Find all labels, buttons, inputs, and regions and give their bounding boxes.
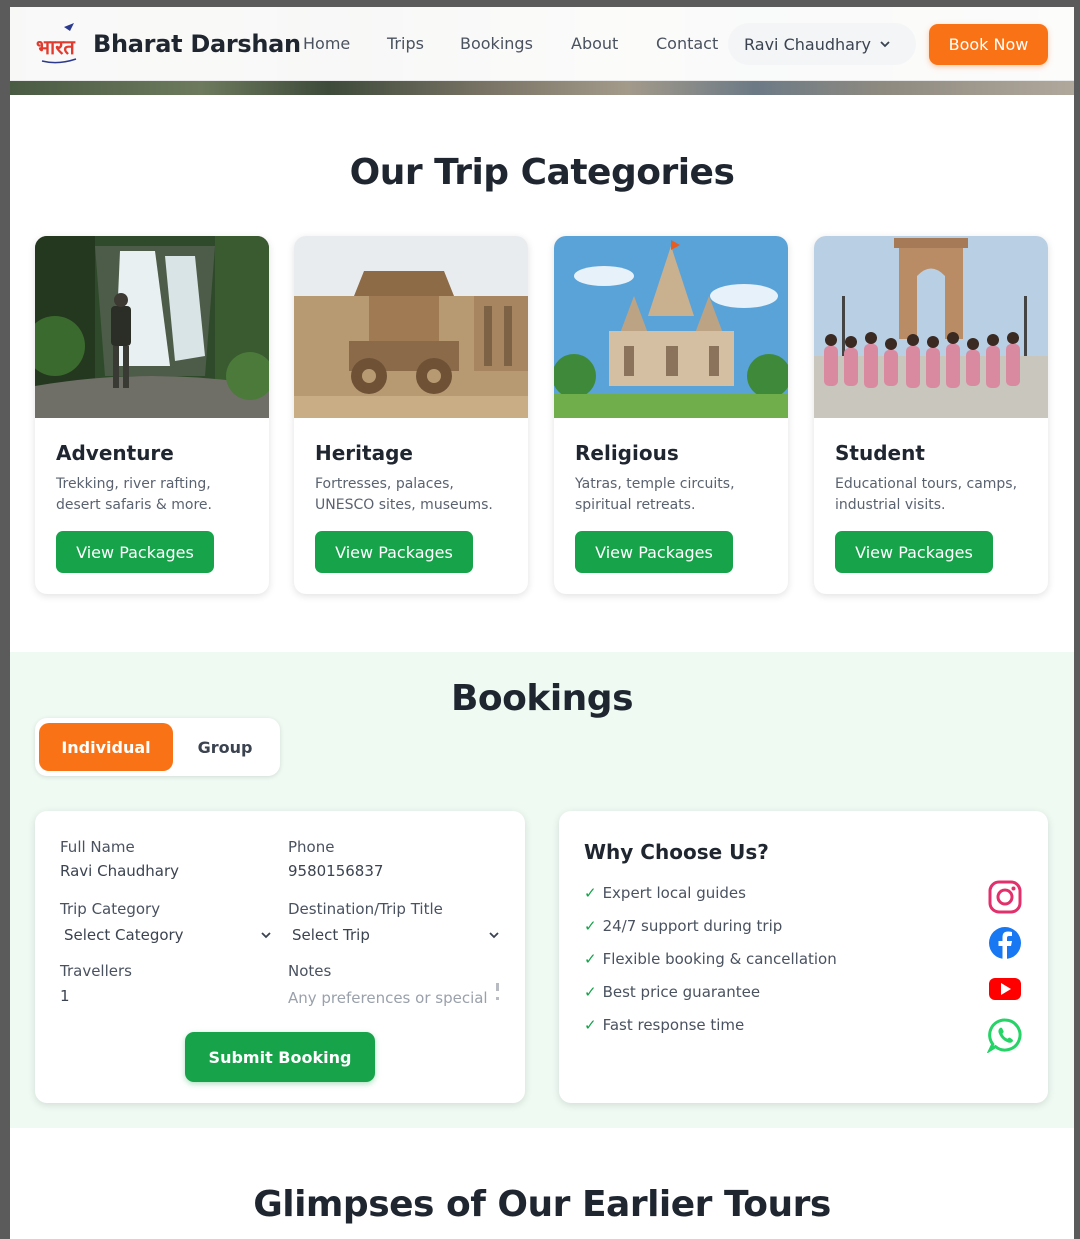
nav-bookings[interactable]: Bookings xyxy=(460,34,533,53)
categories-title: Our Trip Categories xyxy=(349,152,735,193)
category-card-heritage: Heritage Fortresses, palaces, UNESCO sit… xyxy=(294,236,528,594)
category-title: Religious xyxy=(575,441,679,465)
destination-value: Select Trip xyxy=(292,926,370,944)
logo-text: भारत xyxy=(36,35,76,59)
why-item: ✓ Best price guarantee xyxy=(584,983,760,1001)
destination-select[interactable]: Select Trip xyxy=(288,924,500,946)
why-item: ✓ 24/7 support during trip xyxy=(584,917,782,935)
chevron-down-icon xyxy=(261,932,271,939)
bookings-title: Bookings xyxy=(450,678,634,719)
page-frame: भारत Bharat Darshan Home Trips Bookings … xyxy=(10,7,1074,1239)
category-card-student: Student Educational tours, camps, indust… xyxy=(814,236,1048,594)
book-now-button[interactable]: Book Now xyxy=(929,24,1048,65)
view-packages-button[interactable]: View Packages xyxy=(56,531,214,573)
category-title: Heritage xyxy=(315,441,413,465)
why-item: ✓ Expert local guides xyxy=(584,884,746,902)
notes-textarea[interactable]: Any preferences or special xyxy=(288,989,502,1011)
check-icon: ✓ xyxy=(584,917,597,935)
notes-label: Notes xyxy=(288,962,332,980)
religious-image xyxy=(554,236,788,418)
booking-type-tabs: Individual Group xyxy=(35,718,280,776)
why-item: ✓ Flexible booking & cancellation xyxy=(584,950,837,968)
youtube-icon[interactable] xyxy=(987,971,1023,1007)
phone-input[interactable] xyxy=(288,862,488,880)
full-name-input[interactable] xyxy=(60,862,260,880)
check-icon: ✓ xyxy=(584,983,597,1001)
chevron-down-icon xyxy=(489,932,499,939)
category-desc: Yatras, temple circuits, spiritual retre… xyxy=(575,476,735,513)
tab-individual[interactable]: Individual xyxy=(39,723,173,771)
full-name-label: Full Name xyxy=(60,838,135,856)
facebook-icon[interactable] xyxy=(987,925,1023,961)
why-item-text: Flexible booking & cancellation xyxy=(602,950,837,968)
category-card-religious: Religious Yatras, temple circuits, spiri… xyxy=(554,236,788,594)
check-icon: ✓ xyxy=(584,1016,597,1034)
why-choose-us-title: Why Choose Us? xyxy=(584,840,769,864)
destination-label: Destination/Trip Title xyxy=(288,900,443,918)
travellers-input[interactable] xyxy=(60,987,260,1005)
user-menu[interactable]: Ravi Chaudhary xyxy=(728,23,916,65)
why-item-text: Best price guarantee xyxy=(602,983,761,1001)
category-title: Adventure xyxy=(56,441,174,465)
category-desc: Fortresses, palaces, UNESCO sites, museu… xyxy=(315,476,493,513)
trip-category-value: Select Category xyxy=(64,926,184,944)
view-packages-button[interactable]: View Packages xyxy=(835,531,993,573)
heritage-image xyxy=(294,236,528,418)
submit-booking-button[interactable]: Submit Booking xyxy=(185,1032,375,1082)
category-desc: Educational tours, camps, industrial vis… xyxy=(835,476,1018,513)
check-icon: ✓ xyxy=(584,884,597,902)
why-item-text: Fast response time xyxy=(602,1016,745,1034)
category-desc: Trekking, river rafting, desert safaris … xyxy=(56,476,212,513)
why-choose-us-card: Why Choose Us? ✓ Expert local guides ✓ 24/… xyxy=(559,811,1048,1103)
why-item-text: Expert local guides xyxy=(602,884,746,902)
nav-about[interactable]: About xyxy=(571,34,618,53)
tab-group[interactable]: Group xyxy=(175,723,275,771)
phone-label: Phone xyxy=(288,838,335,856)
trip-category-label: Trip Category xyxy=(60,900,161,918)
notes-scrollbar[interactable] xyxy=(496,983,500,1001)
nav-home[interactable]: Home xyxy=(303,34,350,53)
chevron-down-icon xyxy=(880,41,890,48)
category-card-adventure: Adventure Trekking, river rafting, deser… xyxy=(35,236,269,594)
glimpses-title: Glimpses of Our Earlier Tours xyxy=(253,1184,831,1225)
user-name: Ravi Chaudhary xyxy=(744,34,871,54)
why-item-text: 24/7 support during trip xyxy=(602,917,783,935)
adventure-image xyxy=(35,236,269,418)
brand-name[interactable]: Bharat Darshan xyxy=(93,30,301,58)
check-icon: ✓ xyxy=(584,950,597,968)
booking-form: Full Name Phone Trip Category Select Cat… xyxy=(35,811,525,1103)
student-image xyxy=(814,236,1048,418)
travellers-label: Travellers xyxy=(60,962,132,980)
logo[interactable]: भारत xyxy=(34,21,82,67)
nav-trips[interactable]: Trips xyxy=(387,34,424,53)
trip-category-select[interactable]: Select Category xyxy=(60,924,272,946)
nav-contact[interactable]: Contact xyxy=(656,34,718,53)
why-item: ✓ Fast response time xyxy=(584,1016,744,1034)
view-packages-button[interactable]: View Packages xyxy=(315,531,473,573)
view-packages-button[interactable]: View Packages xyxy=(575,531,733,573)
instagram-icon[interactable] xyxy=(987,879,1023,915)
whatsapp-icon[interactable] xyxy=(987,1017,1023,1053)
navbar: भारत Bharat Darshan Home Trips Bookings … xyxy=(10,7,1074,81)
category-title: Student xyxy=(835,441,925,465)
